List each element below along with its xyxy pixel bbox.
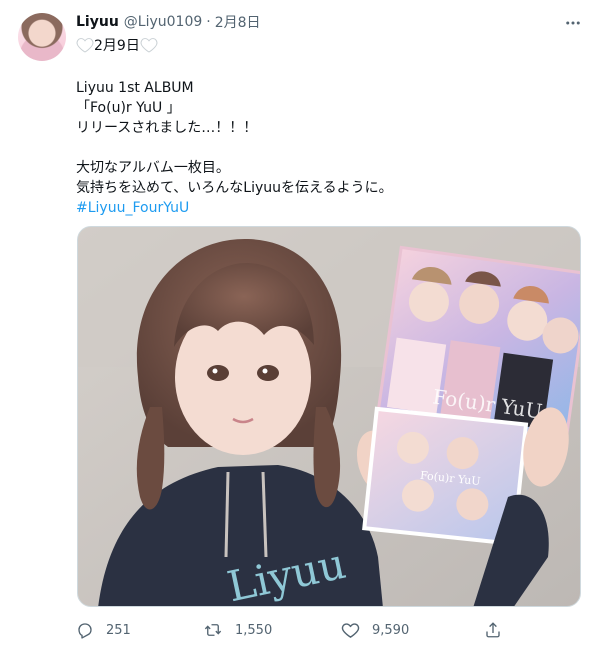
tweet-line: Liyuu 1st ALBUM	[76, 80, 194, 96]
retweet-count: 1,550	[235, 622, 273, 638]
tweet-text: 2月9日 Liyuu 1st ALBUM 「Fo(u)r YuU 」 リリースさ…	[76, 34, 576, 218]
like-count: 9,590	[372, 622, 410, 638]
white-heart-icon	[140, 36, 158, 61]
display-name[interactable]: Liyuu	[76, 14, 119, 30]
heart-icon	[341, 621, 360, 639]
reply-count: 251	[106, 622, 131, 638]
reply-icon	[76, 621, 94, 639]
hashtag-link[interactable]: #Liyuu_FourYuU	[76, 200, 189, 216]
action-bar: 251 1,550 9,590	[76, 615, 586, 645]
tweet-line: 「Fo(u)r YuU 」	[76, 100, 181, 116]
white-heart-icon	[76, 36, 94, 61]
share-button[interactable]	[484, 615, 502, 645]
tweet-line: 気持ちを込めて、いろんなLiyuuを伝えるように。	[76, 180, 393, 196]
avatar[interactable]	[18, 13, 66, 61]
user-handle[interactable]: @Liyu0109	[124, 14, 202, 30]
more-icon[interactable]	[562, 12, 584, 34]
tweet-timestamp[interactable]: 2月8日	[215, 12, 261, 32]
tweet-line: リリースされました…！！！	[76, 120, 258, 136]
tweet-date-text: 2月9日	[94, 38, 140, 54]
like-button[interactable]: 9,590	[341, 615, 409, 645]
separator-dot: ·	[206, 14, 211, 30]
reply-button[interactable]: 251	[76, 615, 131, 645]
share-icon	[484, 621, 502, 639]
tweet-first-line: 2月9日	[76, 34, 576, 58]
tweet[interactable]: Liyuu @Liyu0109 · 2月8日 2月9日 Liyuu 1st AL…	[0, 0, 599, 650]
retweet-button[interactable]: 1,550	[203, 615, 272, 645]
tweet-line: 大切なアルバム一枚目。	[76, 160, 230, 176]
tweet-photo[interactable]: Liyuu Fo(u)r YuU Fo(u)r YuU	[77, 226, 581, 607]
retweet-icon	[203, 621, 223, 639]
tweet-header: Liyuu @Liyu0109 · 2月8日	[76, 12, 261, 32]
